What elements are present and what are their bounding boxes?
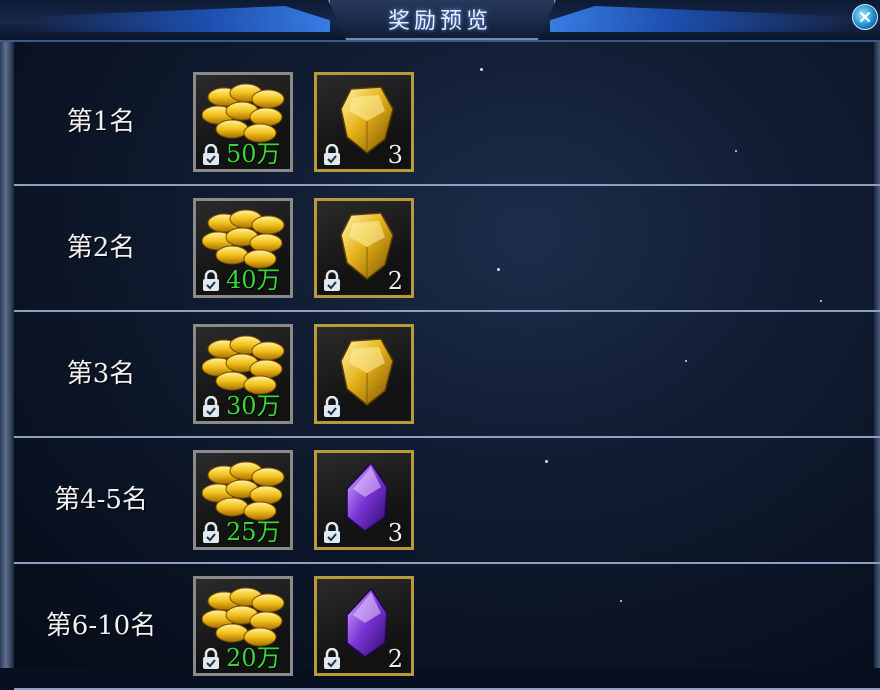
bound-lock-icon	[203, 396, 219, 417]
coin-reward-slot[interactable]: 50万	[193, 72, 293, 172]
bound-lock-icon	[324, 270, 340, 291]
bound-lock-icon	[203, 522, 219, 543]
gem-quantity: 2	[387, 267, 403, 295]
coin-reward-slot[interactable]: 20万	[193, 576, 293, 676]
coin-amount: 25万	[226, 518, 281, 546]
bound-lock-icon	[203, 144, 219, 165]
gem-quantity: 3	[387, 519, 403, 547]
reward-row: 第1名 50万 3	[14, 60, 880, 186]
bound-lock-icon	[203, 270, 219, 291]
coin-amount: 30万	[226, 392, 281, 420]
bound-lock-icon	[203, 648, 219, 669]
reward-row: 第3名 30万	[14, 312, 880, 438]
gem-reward-slot[interactable]	[314, 324, 414, 424]
bound-lock-icon	[324, 396, 340, 417]
rank-label: 第3名	[66, 359, 136, 389]
close-button[interactable]	[852, 4, 878, 30]
gem-reward-slot[interactable]: 2	[314, 198, 414, 298]
rank-label: 第1名	[66, 107, 136, 137]
gem-reward-slot[interactable]: 2	[314, 576, 414, 676]
rank-label: 第6-10名	[45, 611, 157, 641]
close-icon	[859, 11, 871, 23]
header-right-ornament	[550, 6, 850, 32]
reward-row: 第4-5名 25万 3	[14, 438, 880, 564]
coin-amount: 40万	[226, 266, 281, 294]
gem-quantity: 2	[387, 645, 403, 673]
coin-reward-slot[interactable]: 25万	[193, 450, 293, 550]
gem-quantity: 3	[387, 141, 403, 169]
coin-reward-slot[interactable]: 40万	[193, 198, 293, 298]
rank-label: 第4-5名	[54, 485, 148, 515]
rank-label: 第2名	[66, 233, 136, 263]
gem-reward-slot[interactable]: 3	[314, 72, 414, 172]
dialog-title: 奖励预览	[387, 9, 492, 34]
bound-lock-icon	[324, 144, 340, 165]
coin-reward-slot[interactable]: 30万	[193, 324, 293, 424]
reward-row: 第6-10名 20万 2	[14, 564, 880, 690]
bound-lock-icon	[324, 648, 340, 669]
header-left-ornament	[30, 6, 330, 32]
gem-reward-slot[interactable]: 3	[314, 450, 414, 550]
bound-lock-icon	[324, 522, 340, 543]
reward-row: 第2名 40万 2	[14, 186, 880, 312]
coin-amount: 50万	[226, 140, 281, 168]
